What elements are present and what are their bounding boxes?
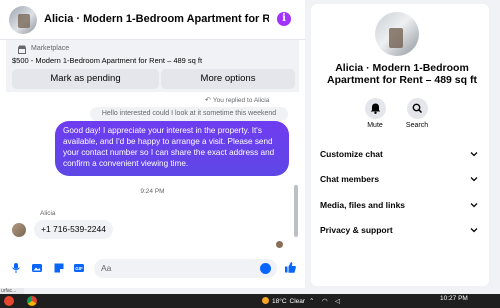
chevron-down-icon — [470, 152, 478, 157]
mark-as-pending-button[interactable]: Mark as pending — [12, 69, 159, 89]
marketplace-icon — [18, 45, 26, 54]
taskbar-app-icon[interactable] — [4, 296, 14, 306]
chat-info-panel: Alicia · Modern 1-Bedroom Apartment for … — [311, 4, 489, 286]
chat-title[interactable]: Alicia · Modern 1-Bedroom Apartment for … — [44, 13, 269, 25]
weather-widget[interactable]: 18°C Clear — [262, 297, 305, 305]
section-label: Privacy & support — [320, 225, 393, 235]
sent-message-bubble[interactable]: Good day! I appreciate your interest in … — [55, 121, 289, 176]
marketplace-card: Marketplace $500 - Modern 1-Bedroom Apar… — [6, 40, 299, 92]
chevron-down-icon — [470, 177, 478, 182]
seen-indicator-avatar — [276, 241, 283, 248]
message-input-placeholder: Aa — [101, 263, 112, 273]
message-input[interactable]: Aa — [94, 259, 277, 278]
chevron-down-icon — [470, 228, 478, 233]
image-icon[interactable] — [31, 262, 43, 274]
profile-avatar[interactable] — [375, 12, 419, 56]
avatar[interactable] — [9, 6, 37, 34]
wifi-icon[interactable]: ◠ — [322, 297, 328, 305]
mute-button[interactable]: Mute — [355, 98, 395, 129]
mute-label: Mute — [367, 122, 383, 129]
chat-header: Alicia · Modern 1-Bedroom Apartment for … — [0, 0, 305, 40]
scrollbar[interactable] — [294, 185, 298, 237]
volume-icon[interactable]: ◁ — [335, 297, 340, 305]
reply-note: ↶ You replied to Alicia — [205, 96, 269, 104]
quoted-message[interactable]: Hello interested could I look at it some… — [90, 107, 288, 121]
clock[interactable]: 10:27 PM — [440, 295, 468, 302]
info-icon[interactable]: i — [277, 12, 291, 26]
search-label: Search — [405, 122, 429, 129]
section-privacy-support[interactable]: Privacy & support — [320, 223, 480, 239]
marketplace-label: Marketplace — [31, 45, 70, 52]
more-options-button[interactable]: More options — [161, 69, 295, 89]
sender-name: Alicia — [40, 210, 56, 217]
svg-text:GIF: GIF — [75, 266, 83, 271]
weather-condition: Clear — [289, 298, 306, 305]
message-timestamp: 9:24 PM — [140, 188, 165, 195]
reply-note-text: You replied to Alicia — [212, 97, 270, 104]
sender-avatar[interactable] — [12, 223, 26, 237]
weather-temp: 18°C — [272, 298, 287, 305]
weather-icon — [262, 297, 269, 304]
gif-icon[interactable]: GIF — [73, 262, 85, 274]
like-icon[interactable] — [284, 261, 297, 274]
taskbar: 18°C Clear ⌃ ◠ ◁ 10:27 PM — [0, 294, 500, 308]
section-label: Chat members — [320, 174, 380, 184]
tray-chevron-icon[interactable]: ⌃ — [309, 297, 314, 305]
section-customize-chat[interactable]: Customize chat — [320, 147, 480, 163]
section-media-files-links[interactable]: Media, files and links — [320, 198, 480, 214]
section-chat-members[interactable]: Chat members — [320, 172, 480, 188]
chrome-icon[interactable] — [27, 296, 37, 306]
sticker-icon[interactable] — [53, 262, 65, 274]
section-label: Customize chat — [320, 149, 383, 159]
emoji-icon[interactable] — [260, 263, 271, 274]
bell-icon — [364, 98, 386, 119]
reply-arrow-icon: ↶ — [205, 97, 211, 104]
search-icon — [406, 98, 428, 119]
listing-title[interactable]: $500 - Modern 1-Bedroom Apartment for Re… — [12, 56, 202, 65]
chat-panel: Alicia · Modern 1-Bedroom Apartment for … — [0, 0, 305, 288]
section-label: Media, files and links — [320, 200, 406, 210]
profile-name: Alicia · Modern 1-Bedroom Apartment for … — [327, 62, 477, 86]
chevron-down-icon — [470, 203, 478, 208]
search-button[interactable]: Search — [397, 98, 437, 129]
received-message-bubble[interactable]: +1 716-539-2244 — [34, 220, 113, 239]
microphone-icon[interactable] — [10, 262, 22, 274]
